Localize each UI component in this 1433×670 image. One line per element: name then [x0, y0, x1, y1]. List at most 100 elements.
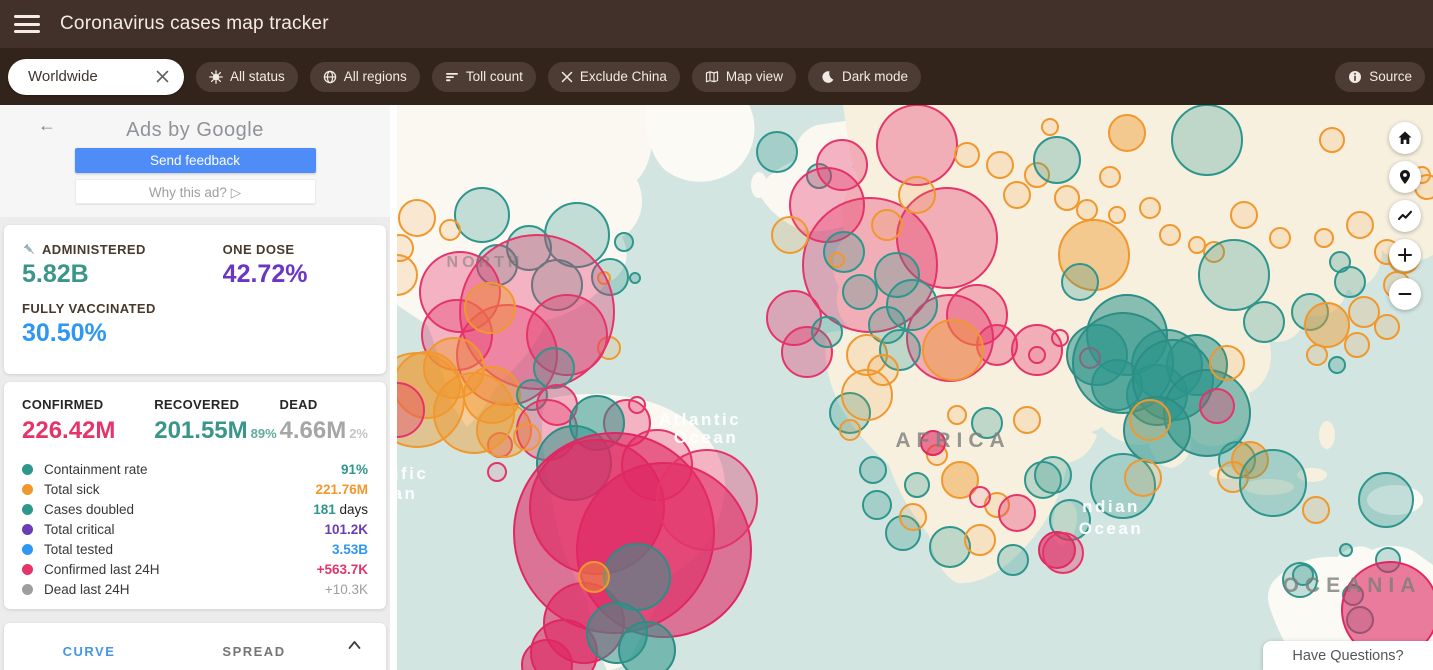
case-bubble[interactable] — [842, 370, 892, 420]
chip-dark-mode[interactable]: Dark mode — [808, 62, 921, 92]
why-this-ad-button[interactable]: Why this ad? ▷ — [75, 179, 316, 204]
tab-spread[interactable]: SPREAD — [174, 640, 334, 659]
case-bubble[interactable] — [930, 527, 970, 567]
case-bubble[interactable] — [1375, 315, 1399, 339]
chip-toll-count[interactable]: Toll count — [432, 62, 536, 92]
case-bubble[interactable] — [1320, 128, 1344, 152]
case-bubble[interactable] — [860, 457, 886, 483]
chip-all-regions[interactable]: All regions — [310, 62, 420, 92]
case-bubble[interactable] — [1042, 119, 1058, 135]
case-bubble[interactable] — [812, 317, 842, 347]
case-bubble[interactable] — [1349, 297, 1379, 327]
case-bubble[interactable] — [824, 232, 864, 272]
map-canvas[interactable]: AtlanticOceanificanndianOceanAFRICAOCEAN… — [397, 105, 1433, 670]
case-bubble[interactable] — [465, 283, 515, 333]
case-bubble[interactable] — [1109, 115, 1145, 151]
case-bubble[interactable] — [1244, 302, 1284, 342]
case-bubble[interactable] — [1340, 544, 1352, 556]
case-bubble[interactable] — [488, 463, 506, 481]
case-bubble[interactable] — [900, 504, 926, 530]
case-bubble[interactable] — [579, 562, 609, 592]
case-bubble[interactable] — [399, 200, 435, 236]
case-bubble[interactable] — [1034, 137, 1080, 183]
case-bubble[interactable] — [955, 143, 979, 167]
case-bubble[interactable] — [998, 545, 1028, 575]
case-bubble[interactable] — [1077, 200, 1097, 220]
zoom-in-button[interactable] — [1389, 239, 1421, 271]
source-button[interactable]: Source — [1335, 62, 1425, 92]
chip-exclude-china[interactable]: Exclude China — [548, 62, 680, 92]
case-bubble[interactable] — [1100, 167, 1120, 187]
case-bubble[interactable] — [657, 450, 757, 550]
chip-map-view[interactable]: Map view — [692, 62, 796, 92]
case-bubble[interactable] — [987, 152, 1013, 178]
case-bubble[interactable] — [970, 487, 990, 507]
have-questions-button[interactable]: Have Questions? — [1263, 641, 1433, 670]
hamburger-menu-icon[interactable] — [14, 15, 40, 33]
case-bubble[interactable] — [840, 420, 860, 440]
case-bubble[interactable] — [1043, 533, 1083, 573]
case-bubble[interactable] — [1347, 212, 1373, 238]
case-bubble[interactable] — [1055, 186, 1079, 210]
locate-button[interactable] — [1389, 161, 1421, 193]
case-bubble[interactable] — [440, 220, 460, 240]
case-bubble[interactable] — [1012, 325, 1062, 375]
case-bubble[interactable] — [1200, 389, 1234, 423]
send-feedback-button[interactable]: Send feedback — [75, 148, 316, 173]
case-bubble[interactable] — [1199, 240, 1269, 310]
case-bubble[interactable] — [1035, 457, 1071, 493]
case-bubble[interactable] — [843, 275, 877, 309]
case-bubble[interactable] — [757, 132, 797, 172]
case-bubble[interactable] — [1140, 198, 1160, 218]
trend-button[interactable] — [1389, 200, 1421, 232]
case-bubble[interactable] — [830, 253, 844, 267]
case-bubble[interactable] — [1014, 407, 1040, 433]
tab-curve[interactable]: CURVE — [4, 640, 174, 659]
case-bubble[interactable] — [615, 233, 633, 251]
case-bubble[interactable] — [1172, 105, 1242, 175]
case-bubble[interactable] — [455, 188, 509, 242]
home-button[interactable] — [1389, 122, 1421, 154]
case-bubble[interactable] — [1160, 225, 1180, 245]
case-bubble[interactable] — [1329, 357, 1345, 373]
collapse-chevron-icon[interactable] — [347, 639, 362, 651]
case-bubble[interactable] — [1189, 237, 1205, 253]
clear-search-icon[interactable] — [155, 69, 170, 84]
case-bubble[interactable] — [1240, 450, 1306, 516]
case-bubble[interactable] — [999, 495, 1035, 531]
case-bubble[interactable] — [619, 622, 675, 670]
case-bubble[interactable] — [863, 491, 891, 519]
case-bubble[interactable] — [887, 280, 937, 330]
case-bubble[interactable] — [1359, 473, 1413, 527]
case-bubble[interactable] — [1062, 264, 1098, 300]
case-bubble[interactable] — [905, 473, 929, 497]
case-bubble[interactable] — [899, 177, 935, 213]
case-bubble[interactable] — [1305, 303, 1349, 347]
case-bubble[interactable] — [1125, 460, 1161, 496]
zoom-out-button[interactable] — [1389, 278, 1421, 310]
case-bubble[interactable] — [1303, 497, 1329, 523]
case-bubble[interactable] — [1315, 229, 1333, 247]
case-bubble[interactable] — [1345, 333, 1369, 357]
case-bubble[interactable] — [877, 105, 957, 185]
case-bubble[interactable] — [514, 424, 540, 450]
case-bubble[interactable] — [817, 140, 867, 190]
case-bubble[interactable] — [772, 217, 808, 253]
chip-all-status[interactable]: All status — [196, 62, 298, 92]
case-bubble[interactable] — [1130, 400, 1170, 440]
case-bubble[interactable] — [1330, 252, 1350, 272]
case-bubble[interactable] — [948, 406, 966, 424]
case-bubble[interactable] — [872, 210, 902, 240]
case-bubble[interactable] — [604, 544, 670, 610]
case-bubble[interactable] — [1307, 345, 1327, 365]
case-bubble[interactable] — [1231, 202, 1257, 228]
case-bubble[interactable] — [1004, 182, 1030, 208]
case-bubble[interactable] — [630, 273, 640, 283]
ad-back-arrow-icon[interactable]: ← — [38, 115, 56, 136]
case-bubble[interactable] — [1210, 346, 1244, 380]
case-bubble[interactable] — [923, 320, 983, 380]
case-bubble[interactable] — [1109, 207, 1125, 223]
case-bubble[interactable] — [965, 525, 995, 555]
case-bubble[interactable] — [1270, 228, 1290, 248]
search-input[interactable]: Worldwide — [8, 59, 184, 95]
